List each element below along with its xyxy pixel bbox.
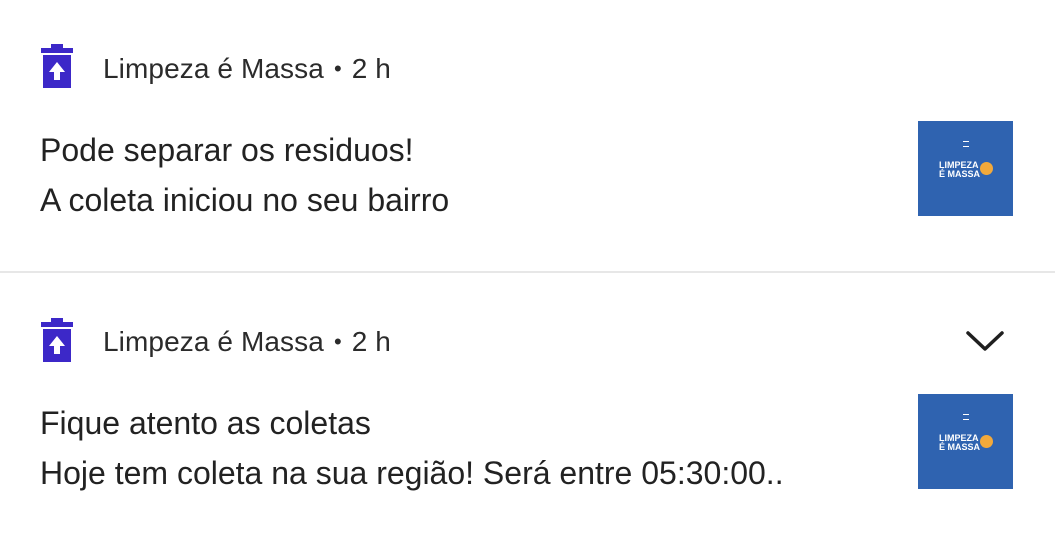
notification-card[interactable]: Limpeza é Massa • 2 h Fique atento as cole… [0, 273, 1055, 548]
app-name: Limpeza é Massa [103, 326, 324, 357]
notification-title: Pode separar os residuos! [40, 132, 414, 168]
notification-time: 2 h [351, 53, 391, 84]
separator-dot: • [333, 56, 342, 81]
smiley-badge-icon [980, 162, 993, 175]
notification-body: A coleta iniciou no seu bairro [40, 182, 450, 218]
notification-thumbnail: LIMPEZA É MASSA [918, 121, 1013, 216]
trash-upload-icon [41, 318, 73, 362]
logo-mark-icon [963, 414, 969, 420]
thumbnail-logo: LIMPEZA É MASSA [939, 433, 981, 452]
notification-time: 2 h [351, 326, 391, 357]
notification-body: Hoje tem coleta na sua região! Será entr… [40, 455, 784, 491]
notification-card[interactable]: Limpeza é Massa • 2 h Pode separar os resi… [0, 0, 1055, 271]
thumbnail-logo: LIMPEZA É MASSA [939, 160, 981, 179]
notification-title: Fique atento as coletas [40, 405, 371, 441]
notification-header: Limpeza é Massa • 2 h [103, 326, 391, 358]
notification-thumbnail: LIMPEZA É MASSA [918, 394, 1013, 489]
notification-header: Limpeza é Massa • 2 h [103, 53, 391, 85]
app-name: Limpeza é Massa [103, 53, 324, 84]
trash-upload-icon [41, 44, 73, 88]
separator-dot: • [333, 329, 342, 354]
logo-mark-icon [963, 141, 969, 147]
notification-shade: Limpeza é Massa • 2 h Pode separar os resi… [0, 0, 1055, 548]
chevron-down-icon[interactable] [965, 329, 1005, 353]
smiley-badge-icon [980, 435, 993, 448]
